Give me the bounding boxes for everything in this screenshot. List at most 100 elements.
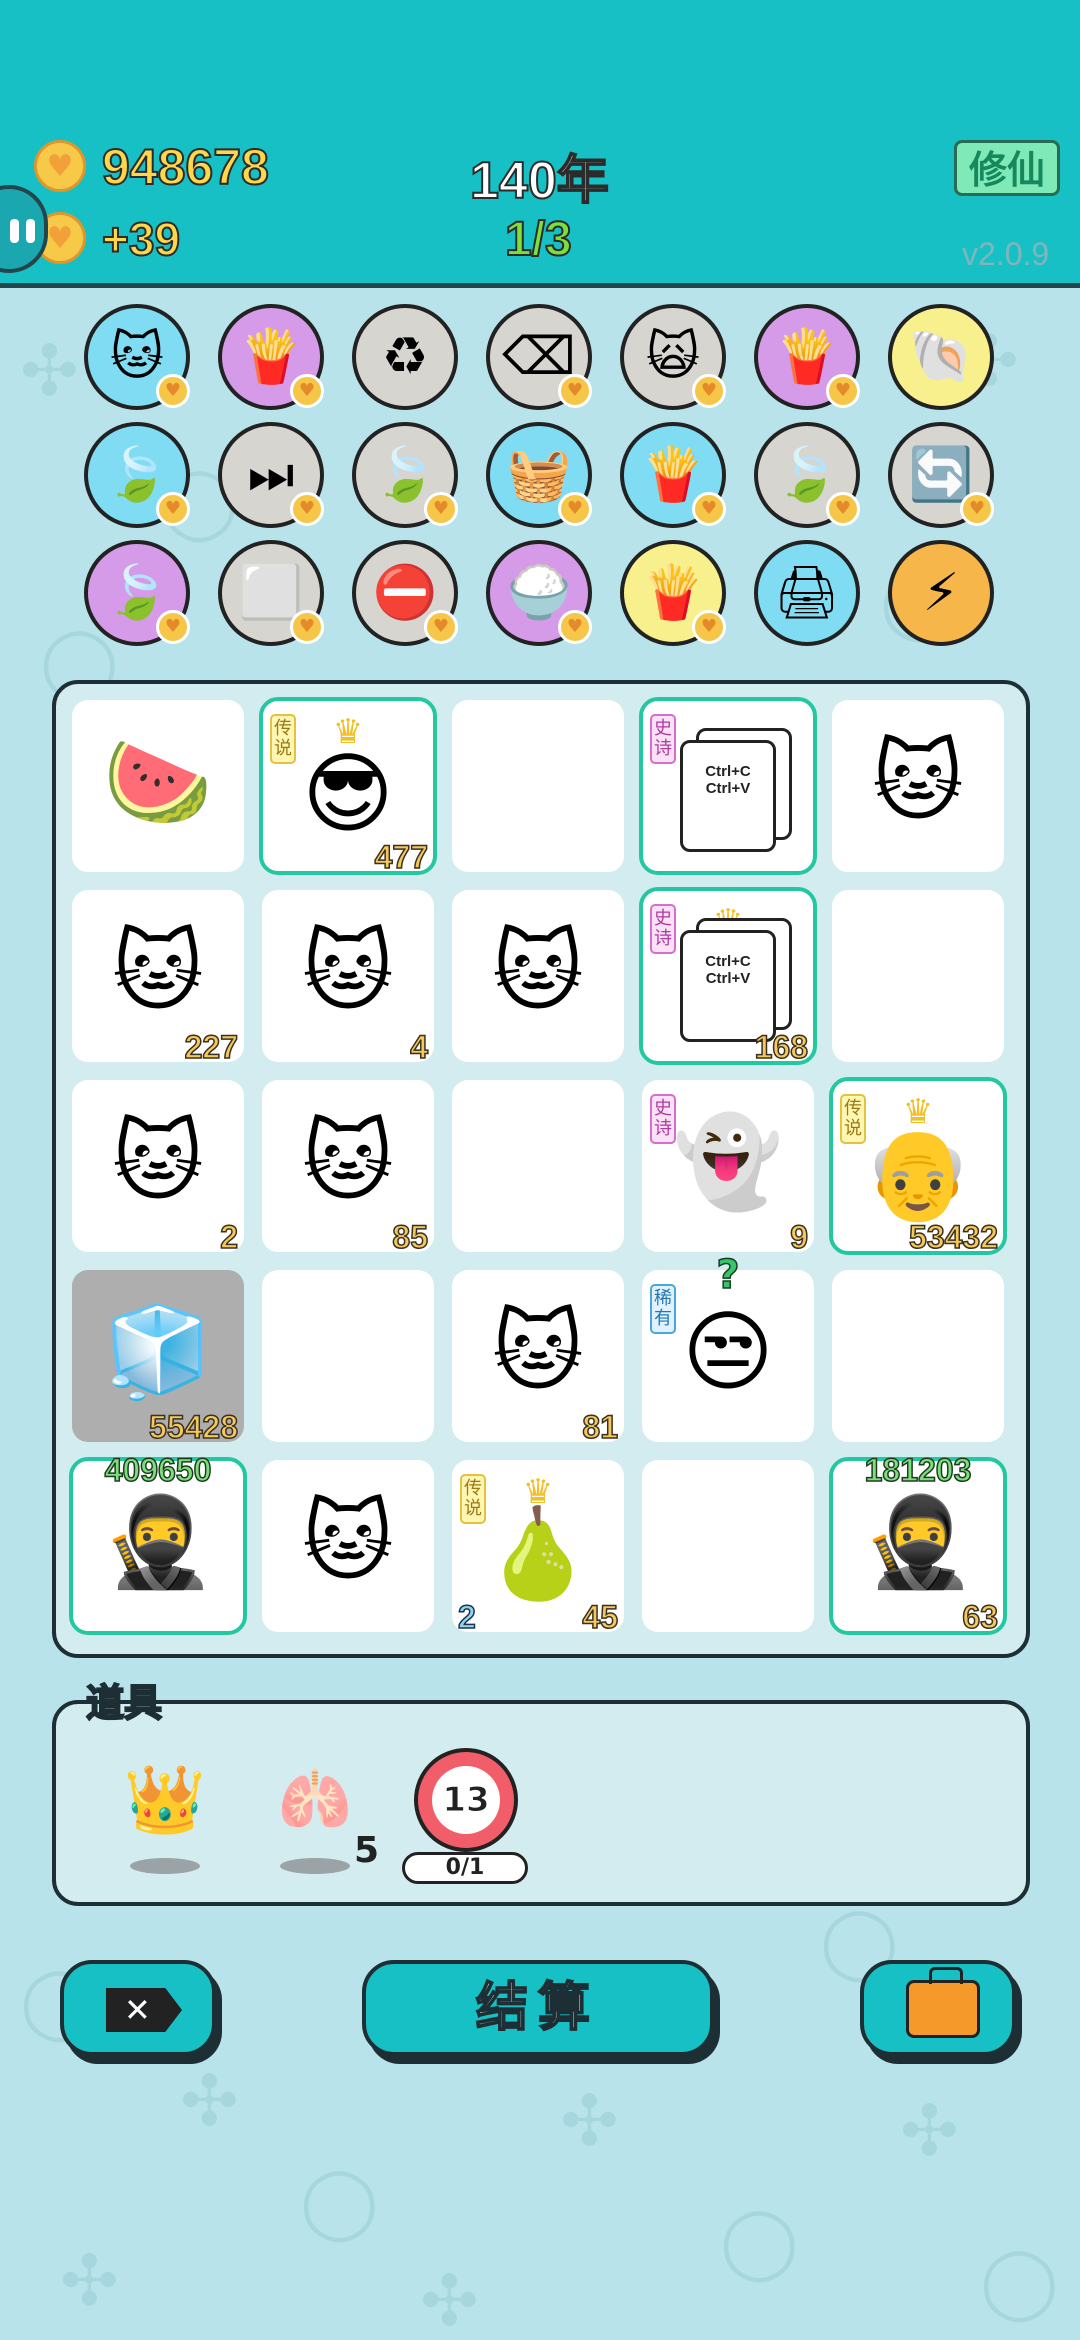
empty-cell[interactable] (452, 700, 624, 872)
crown-prop[interactable]: 👑 (112, 1760, 218, 1874)
board-cell[interactable]: 😒 稀有? (642, 1251, 814, 1442)
lightning-icon: ⚡ (922, 563, 960, 623)
heart-coin-icon: ♥ (290, 492, 324, 526)
heart-coin-icon: ♥ (692, 610, 726, 644)
empty-cell[interactable] (642, 1460, 814, 1632)
board-cell[interactable]: 🍉 (72, 700, 244, 872)
version-label: v2.0.9 (962, 236, 1050, 272)
relic-slot[interactable]: 🙀 ♥ (620, 304, 726, 410)
copy-paste-icon: Ctrl+C Ctrl+V (680, 740, 776, 852)
top-bar: 948678 +39 140年 1/3 修仙 v2.0.9 (0, 0, 1080, 288)
empty-cell[interactable] (262, 1270, 434, 1442)
prop-shadow (280, 1858, 350, 1874)
heart-coin-icon: ♥ (156, 374, 190, 408)
target-progress: 0/1 (402, 1852, 528, 1884)
settle-button[interactable]: 结算 (362, 1960, 714, 2056)
board-cell[interactable]: 🐱 (262, 1460, 434, 1632)
cat-icon: 🐱 (492, 1300, 584, 1403)
heart-coin-icon: ♥ (424, 610, 458, 644)
relic-slot[interactable]: 🧺 ♥ (486, 422, 592, 528)
pause-button[interactable] (0, 185, 48, 273)
relic-slot[interactable]: 🍃 ♥ (84, 422, 190, 528)
relic-slot[interactable]: 🍃 ♥ (352, 422, 458, 528)
heart-coin-icon: ♥ (156, 492, 190, 526)
board-cell[interactable]: Ctrl+C Ctrl+V 史诗 (639, 697, 817, 875)
cell-value: 45 (582, 1598, 619, 1636)
relic-slot[interactable]: ⬜ ♥ (218, 540, 324, 646)
empty-cell[interactable] (832, 1270, 1004, 1442)
inventory-button[interactable] (860, 1960, 1016, 2056)
relic-slot[interactable]: ⛔ ♥ (352, 540, 458, 646)
relic-slot[interactable]: 🍟 ♥ (620, 540, 726, 646)
board-cell[interactable]: ♛ 😎 传说 477 (259, 697, 437, 876)
board-cell[interactable]: 🐱 (452, 890, 624, 1062)
relic-slot[interactable]: 🐚 (888, 304, 994, 410)
exit-button[interactable]: ✕ (60, 1960, 216, 2056)
cell-value: 4 (409, 1028, 428, 1066)
cell-value: 63 (962, 1598, 999, 1636)
thief-icon: 🥷 (863, 1490, 973, 1593)
liver-count: 5 (354, 1830, 380, 1871)
coin-icon (34, 140, 86, 192)
relic-slot[interactable]: ♻ (352, 304, 458, 410)
relic-slot[interactable]: 🐱 ♥ (84, 304, 190, 410)
relic-slot[interactable]: 🍟 ♥ (754, 304, 860, 410)
board-cell[interactable]: 🧊 55428 (72, 1270, 244, 1446)
relic-slot[interactable]: 🍟 ♥ (620, 422, 726, 528)
heart-coin-icon: ♥ (424, 492, 458, 526)
empty-cell[interactable] (452, 1080, 624, 1252)
rarity-tag: 史诗 (650, 714, 676, 764)
board-cell[interactable]: 🐱 (832, 700, 1004, 872)
heart-coin-icon: ♥ (290, 610, 324, 644)
cell-value: 9 (789, 1218, 808, 1256)
board-cell[interactable]: ♛ 👴 传说 53432 (829, 1077, 1007, 1256)
shell-icon: 🐚 (908, 327, 974, 387)
board-cell[interactable]: ♛Ctrl+C Ctrl+V史诗168 (639, 887, 817, 1066)
cell-value: 85 (392, 1218, 429, 1256)
cell-stolen-value: 181203 (864, 1451, 972, 1489)
board-cell[interactable]: 🐱 227 (72, 890, 244, 1066)
heart-coin-icon: ♥ (558, 374, 592, 408)
cat-icon: 🐱 (302, 1490, 394, 1593)
heart-coin-icon: ♥ (826, 492, 860, 526)
relic-slot[interactable]: 🔄 ♥ (888, 422, 994, 528)
props-label: 道具 (85, 1680, 163, 1726)
prop-shadow (130, 1858, 200, 1874)
relic-slot[interactable]: 🍃 ♥ (84, 540, 190, 646)
board-cell[interactable]: 🐱 4 (262, 890, 434, 1066)
heart-coin-icon: ♥ (156, 610, 190, 644)
relic-slot[interactable]: 🍟 ♥ (218, 304, 324, 410)
board-cell[interactable]: 🐱 85 (262, 1080, 434, 1256)
relic-slot[interactable]: 🍃 ♥ (754, 422, 860, 528)
cell-value: 168 (754, 1028, 809, 1066)
cultivation-mode-button[interactable]: 修仙 (954, 140, 1060, 196)
liver-icon: 🫁 (277, 1765, 353, 1835)
watermelon-icon: 🍉 (103, 730, 213, 833)
cat-icon: 🐱 (492, 920, 584, 1023)
game-board: 🍉♛😎传说477Ctrl+C Ctrl+V史诗🐱🐱227🐱4🐱♛Ctrl+C C… (52, 680, 1030, 1658)
board-cell[interactable]: 🥷 409650 (69, 1451, 247, 1635)
coin-total: 948678 (101, 138, 270, 196)
relic-slot[interactable]: 🍚 ♥ (486, 540, 592, 646)
empty-cell[interactable] (832, 890, 1004, 1062)
rarity-tag: 传说 (460, 1474, 486, 1524)
heart-coin-icon: ♥ (960, 492, 994, 526)
rarity-tag: 史诗 (650, 904, 676, 954)
board-cell[interactable]: 🐱 2 (72, 1080, 244, 1256)
recycle-icon: ♻ (381, 327, 429, 387)
target-prop[interactable]: 13 (414, 1748, 518, 1852)
coin-income: +39 (101, 212, 181, 266)
relic-slot[interactable]: 🖨 (754, 540, 860, 646)
relic-slot[interactable]: ⏭ ♥ (218, 422, 324, 528)
cat-icon: 🐱 (302, 920, 394, 1023)
relic-slot[interactable]: ⚡ (888, 540, 994, 646)
cell-stolen-value: 409650 (104, 1451, 212, 1489)
relic-slot[interactable]: ⌫ ♥ (486, 304, 592, 410)
liver-prop[interactable]: 🫁 5 (262, 1760, 379, 1874)
rarity-tag: 史诗 (650, 1094, 676, 1144)
board-cell[interactable]: ♛ 🍐 传说 2 45 (452, 1460, 624, 1636)
board-cell[interactable]: 🐱 81 (452, 1270, 624, 1446)
board-cell[interactable]: 👻 史诗 9 (642, 1080, 814, 1256)
board-cell[interactable]: 🥷 181203 63 (829, 1451, 1007, 1636)
year-counter: 140年 (469, 151, 610, 211)
